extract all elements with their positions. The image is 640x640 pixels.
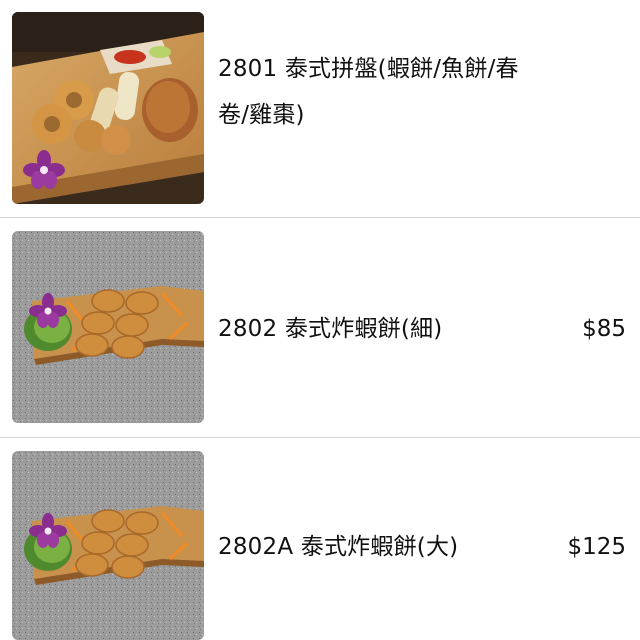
menu-item-2802A[interactable]: 2802A 泰式炸蝦餅(大) $125 bbox=[0, 438, 640, 640]
item-title-line1: 2801 泰式拼盤(蝦餅/魚餅/春 bbox=[218, 56, 519, 82]
shrimp-cake-small-image bbox=[12, 231, 204, 423]
item-title-line2: 卷/雞棗) bbox=[218, 102, 305, 128]
menu-list: 2801 泰式拼盤(蝦餅/魚餅/春 卷/雞棗) 2802 泰式炸蝦餅(細) $8… bbox=[0, 0, 640, 640]
thai-platter-image bbox=[12, 12, 204, 204]
item-title: 2802 泰式炸蝦餅(細) bbox=[218, 316, 443, 342]
menu-item-2801[interactable]: 2801 泰式拼盤(蝦餅/魚餅/春 卷/雞棗) bbox=[0, 0, 640, 218]
item-price: $125 bbox=[567, 534, 626, 560]
item-price: $85 bbox=[582, 316, 626, 342]
shrimp-cake-large-image bbox=[12, 451, 204, 640]
item-title: 2802A 泰式炸蝦餅(大) bbox=[218, 534, 459, 560]
menu-item-2802[interactable]: 2802 泰式炸蝦餅(細) $85 bbox=[0, 218, 640, 438]
